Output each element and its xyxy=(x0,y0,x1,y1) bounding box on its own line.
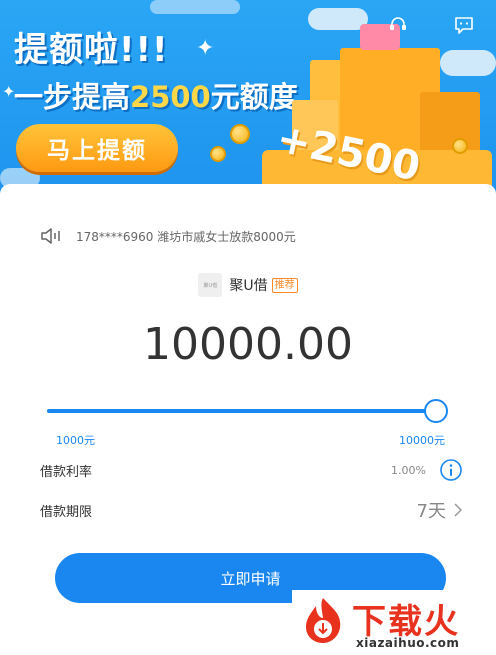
banner-subtitle-amount: 2500 xyxy=(130,80,211,114)
rate-value: 1.00% xyxy=(391,463,426,477)
rate-row: 借款利率 1.00% xyxy=(40,455,462,485)
sparkle-icon: ✦ xyxy=(196,36,215,61)
banner-subtitle: 一步提高2500元额度 xyxy=(14,74,298,116)
product-header: 聚U借 聚U借 推荐 xyxy=(0,273,496,297)
coin-icon xyxy=(452,138,468,154)
term-label: 借款期限 xyxy=(40,504,93,520)
chevron-right-icon xyxy=(454,503,462,517)
banner-subtitle-pre: 一步提高 xyxy=(14,80,131,114)
slider-thumb[interactable] xyxy=(424,399,448,423)
banner-title: 提额啦!!! xyxy=(14,30,169,70)
amount-slider[interactable] xyxy=(47,399,448,423)
watermark-url: xiazaihuo.com xyxy=(356,636,460,650)
promo-banner[interactable]: ✦ ✦ 提额啦!!! 一步提高2500元额度 马上提额 +2500 xyxy=(0,0,496,215)
loan-amount: 10000.00 xyxy=(143,319,353,370)
rate-label: 借款利率 xyxy=(40,464,93,480)
loan-notice: 178****6960 潍坊市戚女士放款8000元 xyxy=(40,225,296,247)
coin-icon xyxy=(230,124,250,144)
customer-service-icon[interactable] xyxy=(454,16,474,34)
coin-icon xyxy=(210,146,226,162)
product-logo: 聚U借 xyxy=(198,273,223,297)
raise-limit-button[interactable]: 马上提额 xyxy=(16,124,178,172)
term-value: 7天 xyxy=(416,501,446,522)
loan-card: 178****6960 潍坊市戚女士放款8000元 聚U借 聚U借 推荐 100… xyxy=(0,184,496,655)
slider-fill xyxy=(47,409,444,413)
recommend-badge: 推荐 xyxy=(271,277,298,293)
speaker-icon xyxy=(41,228,60,244)
watermark: 下载火 xiazaihuo.com xyxy=(292,590,496,655)
info-icon[interactable] xyxy=(440,459,462,481)
flame-logo-icon xyxy=(306,598,341,643)
banner-subtitle-post: 元额度 xyxy=(210,80,298,114)
term-row[interactable]: 借款期限 7天 xyxy=(40,495,462,525)
headset-icon xyxy=(390,17,406,30)
notice-text: 178****6960 潍坊市戚女士放款8000元 xyxy=(76,229,296,244)
amount-min-label: 1000元 xyxy=(56,434,95,447)
product-name: 聚U借 xyxy=(229,278,268,294)
amount-max-label: 10000元 xyxy=(399,434,445,447)
